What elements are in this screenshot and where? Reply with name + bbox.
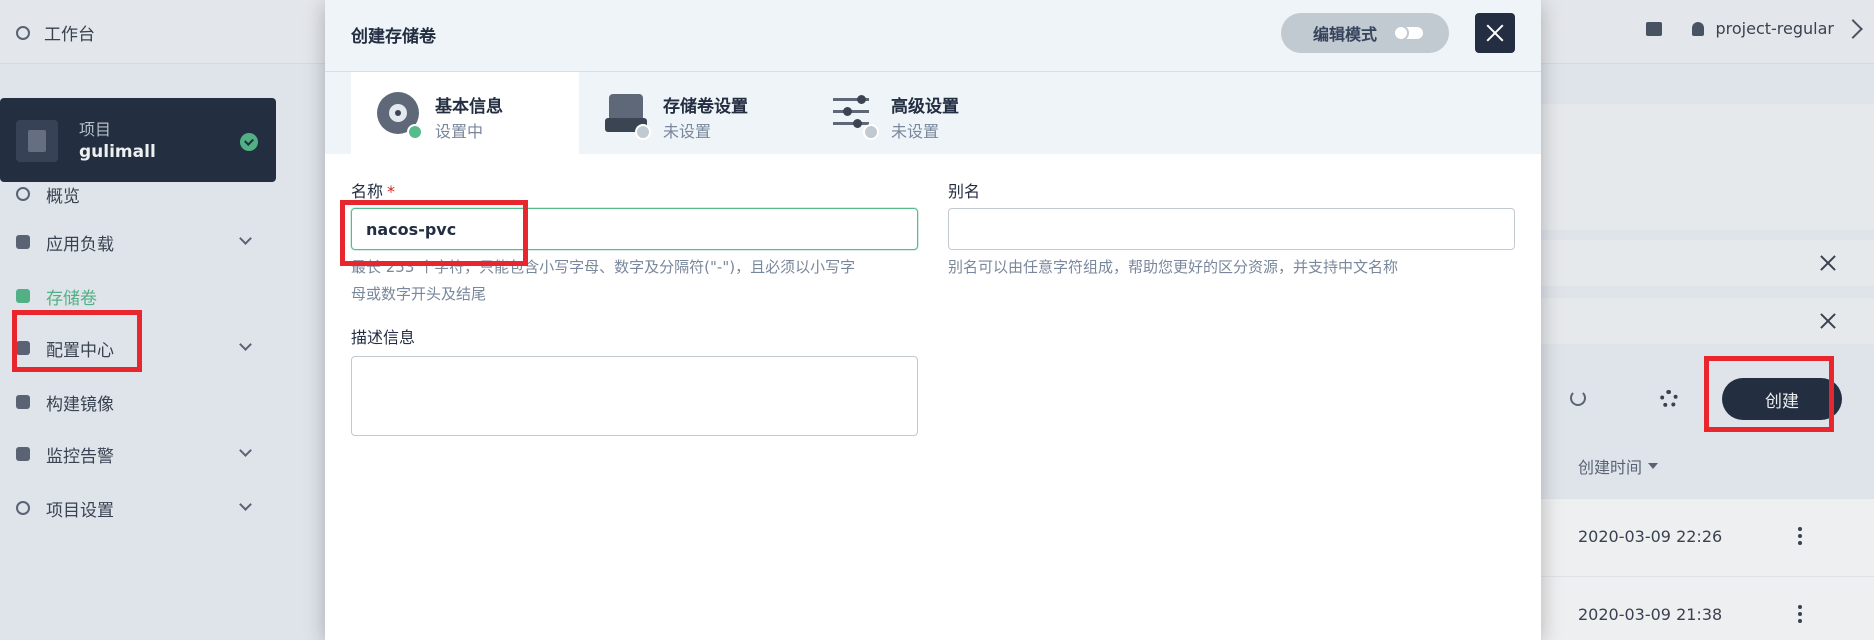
step-tabs: 基本信息 设置中 存储卷设置 未设置 高级设置 未设置 [325, 72, 1541, 154]
status-in-progress-icon [407, 124, 423, 140]
status-unset-icon [863, 124, 879, 140]
description-textarea[interactable] [351, 356, 918, 436]
tab-advanced-settings[interactable]: 高级设置 未设置 [807, 72, 1035, 154]
name-label-text: 名称 [351, 182, 384, 201]
name-input[interactable] [351, 208, 918, 250]
modal-header: 创建存储卷 编辑模式 [325, 0, 1541, 72]
name-label: 名称 * [351, 178, 395, 202]
description-label: 描述信息 [351, 328, 416, 347]
alias-label: 别名 [948, 182, 981, 201]
tab-basic-info[interactable]: 基本信息 设置中 [351, 72, 579, 154]
name-hint-line: 母或数字开头及结尾 [351, 285, 487, 303]
step-status: 未设置 [891, 122, 940, 141]
step-title: 基本信息 [435, 97, 503, 117]
alias-input[interactable] [948, 208, 1515, 250]
alias-hint: 别名可以由任意字符组成，帮助您更好的区分资源，并支持中文名称 [948, 258, 1399, 276]
toggle-switch-icon [1393, 25, 1423, 41]
step-status: 设置中 [435, 122, 484, 141]
required-mark: * [387, 182, 396, 201]
step-title: 存储卷设置 [663, 97, 748, 117]
edit-mode-label: 编辑模式 [1313, 25, 1378, 44]
step-title: 高级设置 [891, 97, 959, 117]
modal-title: 创建存储卷 [351, 27, 436, 47]
name-hint: 最长 253 个字符，只能包含小写字母、数字及分隔符("-")，且必须以小写字 … [351, 254, 918, 308]
edit-mode-toggle[interactable]: 编辑模式 [1281, 13, 1449, 53]
step-status: 未设置 [663, 122, 712, 141]
tab-volume-settings[interactable]: 存储卷设置 未设置 [579, 72, 807, 154]
create-volume-modal: 创建存储卷 编辑模式 基本信息 设置中 存储卷设置 未设置 高级设置 未设置 名… [325, 0, 1541, 640]
status-unset-icon [635, 124, 651, 140]
close-button[interactable] [1475, 13, 1515, 53]
name-hint-line: 最长 253 个字符，只能包含小写字母、数字及分隔符("-")，且必须以小写字 [351, 258, 856, 276]
